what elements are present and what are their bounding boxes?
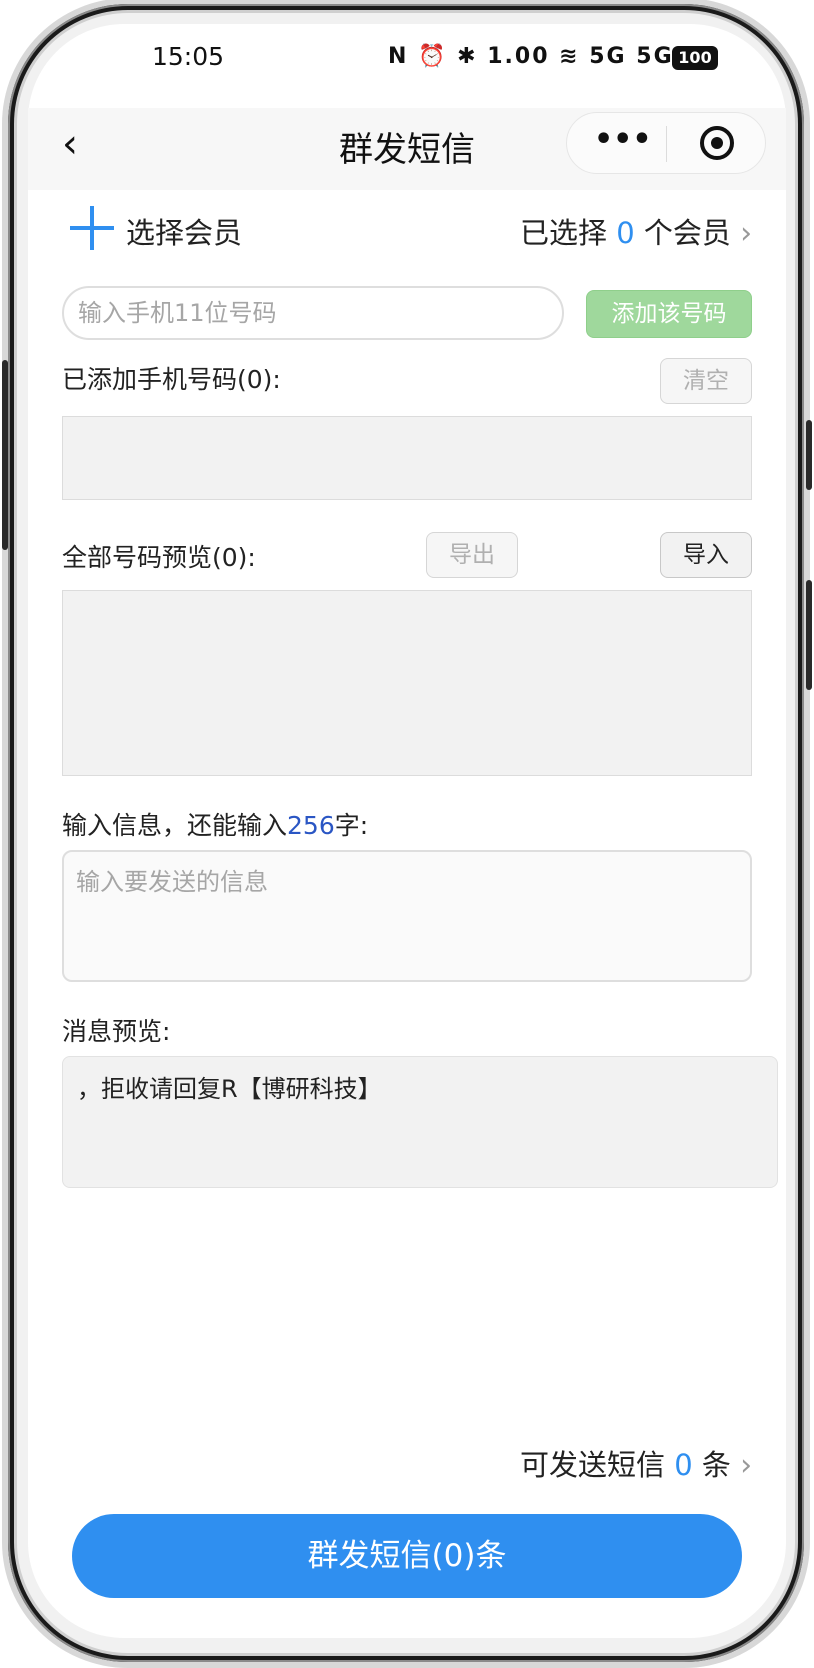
message-label-prefix: 输入信息，还能输入 — [62, 811, 288, 840]
add-number-button[interactable]: 添加该号码 — [586, 290, 752, 338]
phone-number-input[interactable] — [62, 286, 564, 340]
selected-prefix: 已选择 — [520, 216, 608, 250]
message-input[interactable] — [62, 850, 752, 982]
send-bulk-sms-button[interactable]: 群发短信(0)条 — [72, 1514, 742, 1598]
sendable-prefix: 可发送短信 — [520, 1448, 666, 1482]
selected-count: 0 — [616, 216, 635, 250]
added-numbers-box — [62, 416, 752, 500]
export-button[interactable]: 导出 — [426, 532, 518, 578]
all-numbers-box — [62, 590, 752, 776]
status-icons: N ⏰ ✱ 1.00 ≋ 5G 5G — [388, 44, 674, 69]
sendable-count: 0 — [674, 1448, 693, 1482]
battery-icon: 100 — [672, 46, 718, 70]
message-label: 输入信息，还能输入256字: — [62, 806, 368, 842]
chevron-right-icon: › — [740, 1448, 753, 1483]
side-button-right-top — [806, 420, 812, 490]
status-time: 15:05 — [152, 42, 225, 71]
selected-members-link[interactable]: 已选择 0 个会员 › — [520, 210, 752, 252]
sendable-suffix: 条 — [701, 1448, 731, 1482]
plus-icon[interactable] — [70, 206, 114, 250]
select-member-button[interactable]: 选择会员 — [126, 210, 242, 252]
message-label-suffix: 字: — [334, 811, 369, 840]
sendable-sms-link[interactable]: 可发送短信 0 条 › — [520, 1442, 752, 1484]
all-numbers-label: 全部号码预览(0): — [62, 543, 256, 572]
side-button-left — [2, 360, 8, 550]
chevron-right-icon: › — [740, 216, 753, 251]
clear-button[interactable]: 清空 — [660, 358, 752, 404]
side-button-right — [806, 580, 812, 690]
remaining-count: 256 — [287, 811, 335, 840]
import-button[interactable]: 导入 — [660, 532, 752, 578]
added-numbers-label: 已添加手机号码(0): — [62, 365, 281, 394]
preview-label: 消息预览: — [62, 1017, 171, 1046]
more-dots-icon[interactable]: ••• — [594, 118, 652, 168]
message-preview-box: ，拒收请回复R【博研科技】 — [62, 1056, 778, 1188]
capsule-divider — [666, 126, 667, 162]
selected-suffix: 个会员 — [643, 216, 731, 250]
close-target-icon[interactable] — [700, 126, 734, 160]
